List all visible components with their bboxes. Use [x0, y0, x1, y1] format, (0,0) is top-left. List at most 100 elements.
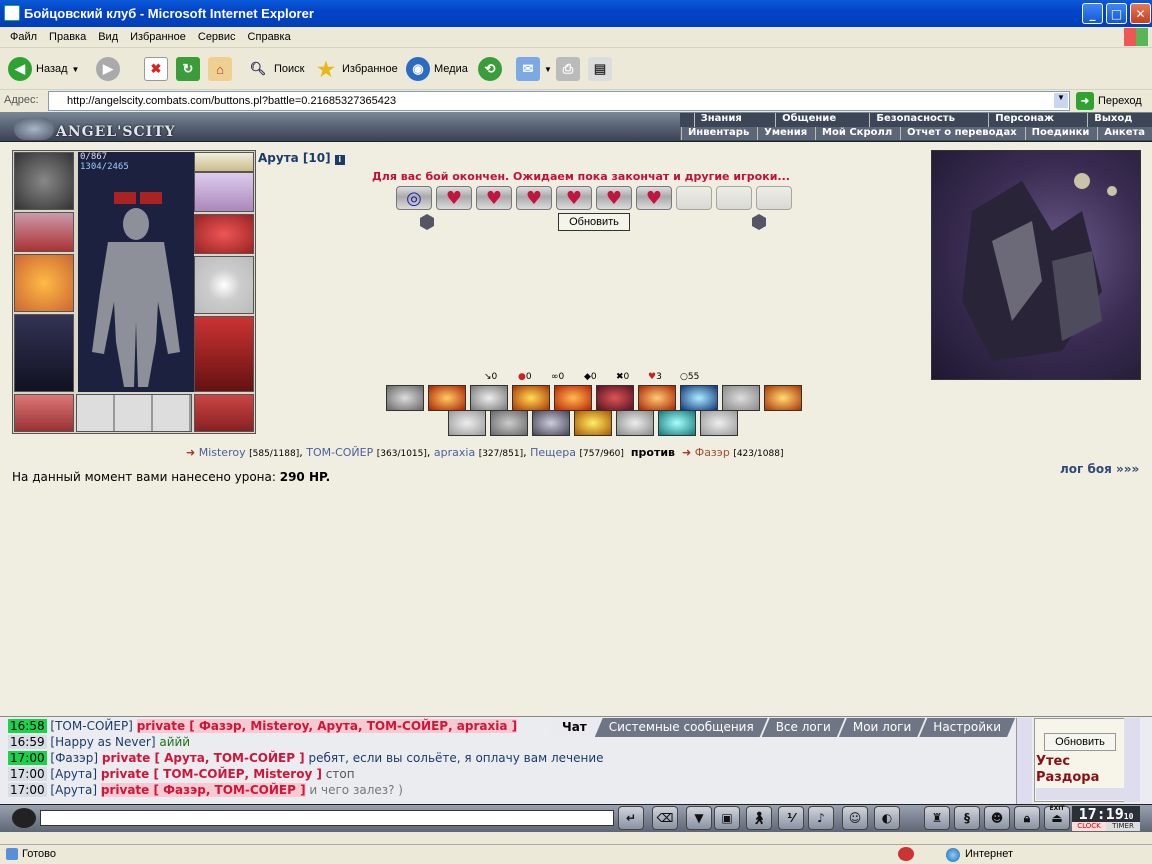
tab-all-logs[interactable]: Все логи	[762, 718, 845, 737]
mail-button[interactable]: ✉ ▼	[516, 56, 552, 82]
send-icon[interactable]: ↵	[618, 806, 644, 830]
tab-my-logs[interactable]: Мои логи	[839, 718, 925, 737]
chat-time[interactable]: 16:58	[8, 719, 47, 733]
skill-icon[interactable]	[386, 385, 424, 411]
fighter-name[interactable]: apraxia	[434, 446, 475, 459]
character-name[interactable]: Арута [10] i	[258, 151, 345, 165]
skill-icon[interactable]	[680, 385, 718, 411]
earring-slot[interactable]	[194, 152, 254, 172]
menu-edit[interactable]: Правка	[43, 31, 92, 43]
smile-icon[interactable]: ☺	[842, 806, 868, 830]
chat-mode-icon[interactable]	[12, 808, 36, 828]
weapon-slot[interactable]	[14, 212, 74, 252]
gloves-slot[interactable]	[194, 214, 254, 254]
chat-private-recipients[interactable]: private [ Арута, ТОМ-СОЙЕР ]	[102, 751, 305, 765]
skill-icon[interactable]	[532, 410, 570, 436]
spell-slots[interactable]	[76, 394, 192, 432]
chat-author[interactable]: [ТОМ-СОЙЕР]	[50, 719, 132, 733]
game-logo[interactable]: ANGEL'SCITY	[56, 124, 176, 140]
skill-icon[interactable]	[638, 385, 676, 411]
search-button[interactable]: 🔍︎ Поиск	[246, 56, 305, 82]
heal-scroll[interactable]: ♥	[636, 186, 672, 210]
back-dropdown-icon[interactable]: ▼	[72, 65, 80, 74]
print-button[interactable]: ⎙	[556, 56, 580, 82]
nav-knowledge[interactable]: Знания	[693, 113, 748, 127]
empty-scroll-slot[interactable]: ♥	[716, 186, 752, 210]
tab-system-messages[interactable]: Системные сообщения	[595, 718, 768, 737]
skill-icon[interactable]	[658, 410, 696, 436]
chat-private-recipients[interactable]: private [ Фазэр, Misteroy, Арута, ТОМ-СО…	[136, 719, 518, 733]
edit-button[interactable]: ▤	[588, 56, 612, 82]
opponent-name[interactable]: Фазэр	[695, 446, 730, 459]
nav-security[interactable]: Безопасность	[869, 113, 961, 127]
chat-author[interactable]: [Арута]	[50, 783, 97, 797]
split-icon[interactable]: ⅟	[778, 806, 804, 830]
nav-my-scroll[interactable]: Мой Скролл	[815, 127, 898, 140]
inventory-icon[interactable]: ♜	[924, 806, 950, 830]
skill-icon[interactable]	[596, 385, 634, 411]
maximize-button[interactable]: □	[1106, 3, 1127, 24]
clock-mode-label[interactable]: CLOCK	[1072, 822, 1106, 831]
scroll-icon[interactable]: §	[954, 806, 980, 830]
tab-chat[interactable]: Чат	[548, 718, 601, 737]
stop-button[interactable]: ✖	[144, 56, 168, 82]
mask-icon[interactable]: ☻	[984, 806, 1010, 830]
close-button[interactable]: ✕	[1130, 3, 1151, 24]
chat-time[interactable]: 16:59	[8, 735, 47, 749]
shield-slot[interactable]	[194, 256, 254, 314]
heal-scroll[interactable]: ♥	[436, 186, 472, 210]
menu-view[interactable]: Вид	[92, 31, 124, 43]
location-name[interactable]: Утес Раздора	[1036, 754, 1099, 786]
amulet-slot[interactable]	[14, 254, 74, 312]
empty-scroll-slot[interactable]: ♥	[756, 186, 792, 210]
go-button[interactable]: ➜ Переход	[1076, 92, 1142, 110]
home-button[interactable]: ⌂	[208, 56, 232, 82]
walk-icon[interactable]: 🚶︎	[746, 806, 772, 830]
timer-mode-label[interactable]: TIMER	[1106, 822, 1140, 831]
legs-slot[interactable]	[194, 316, 254, 392]
chat-time[interactable]: 17:00	[8, 751, 47, 765]
nav-fights[interactable]: Поединки	[1024, 127, 1096, 140]
chat-author[interactable]: [Happy as Never]	[50, 735, 155, 749]
chat-author[interactable]: [Фазэр]	[50, 751, 98, 765]
minimize-button[interactable]: _	[1082, 3, 1103, 24]
chat-time[interactable]: 17:00	[8, 783, 47, 797]
filter-icon[interactable]: ▼	[686, 806, 712, 830]
skill-icon[interactable]	[490, 410, 528, 436]
refresh-users-button[interactable]: Обновить	[1044, 733, 1116, 751]
save-icon[interactable]: ▣	[714, 806, 740, 830]
eraser-icon[interactable]: ⌫	[652, 806, 678, 830]
menu-favorites[interactable]: Избранное	[124, 31, 192, 43]
chat-input[interactable]	[40, 810, 614, 826]
skill-icon[interactable]	[574, 410, 612, 436]
skill-icon[interactable]	[512, 385, 550, 411]
helmet-slot[interactable]	[14, 152, 74, 210]
popup-blocked-icon[interactable]	[898, 847, 914, 861]
info-icon[interactable]: i	[334, 155, 345, 165]
belt-slot[interactable]	[14, 394, 74, 432]
history-button[interactable]: ⟲	[478, 56, 502, 82]
forward-button[interactable]: ▶	[96, 56, 120, 82]
skill-icon[interactable]	[700, 410, 738, 436]
heal-scroll[interactable]: ♥	[596, 186, 632, 210]
heal-scroll[interactable]: ♥	[516, 186, 552, 210]
nav-communication[interactable]: Общение	[775, 113, 842, 127]
chat-private-recipients[interactable]: private [ Фазэр, ТОМ-СОЙЕР ]	[100, 783, 306, 797]
nav-inventory[interactable]: Инвентарь	[680, 127, 755, 140]
menu-tools[interactable]: Сервис	[192, 31, 242, 43]
heal-scroll[interactable]: ♥	[476, 186, 512, 210]
heal-scroll[interactable]: ♥	[556, 186, 592, 210]
skill-icon[interactable]	[616, 410, 654, 436]
skill-icon[interactable]	[722, 385, 760, 411]
boots-slot[interactable]	[194, 394, 254, 432]
helmet-icon[interactable]: ◐	[874, 806, 900, 830]
chat-scrollbar[interactable]	[1016, 718, 1032, 804]
rings-slot[interactable]	[194, 172, 254, 212]
skill-icon[interactable]	[554, 385, 592, 411]
nav-transfer-report[interactable]: Отчет о переводах	[900, 127, 1023, 140]
menu-help[interactable]: Справка	[242, 31, 297, 43]
address-dropdown-icon[interactable]: ▼	[1054, 93, 1068, 108]
skill-icon[interactable]	[428, 385, 466, 411]
chat-author[interactable]: [Арута]	[50, 767, 97, 781]
skill-icon[interactable]	[470, 385, 508, 411]
